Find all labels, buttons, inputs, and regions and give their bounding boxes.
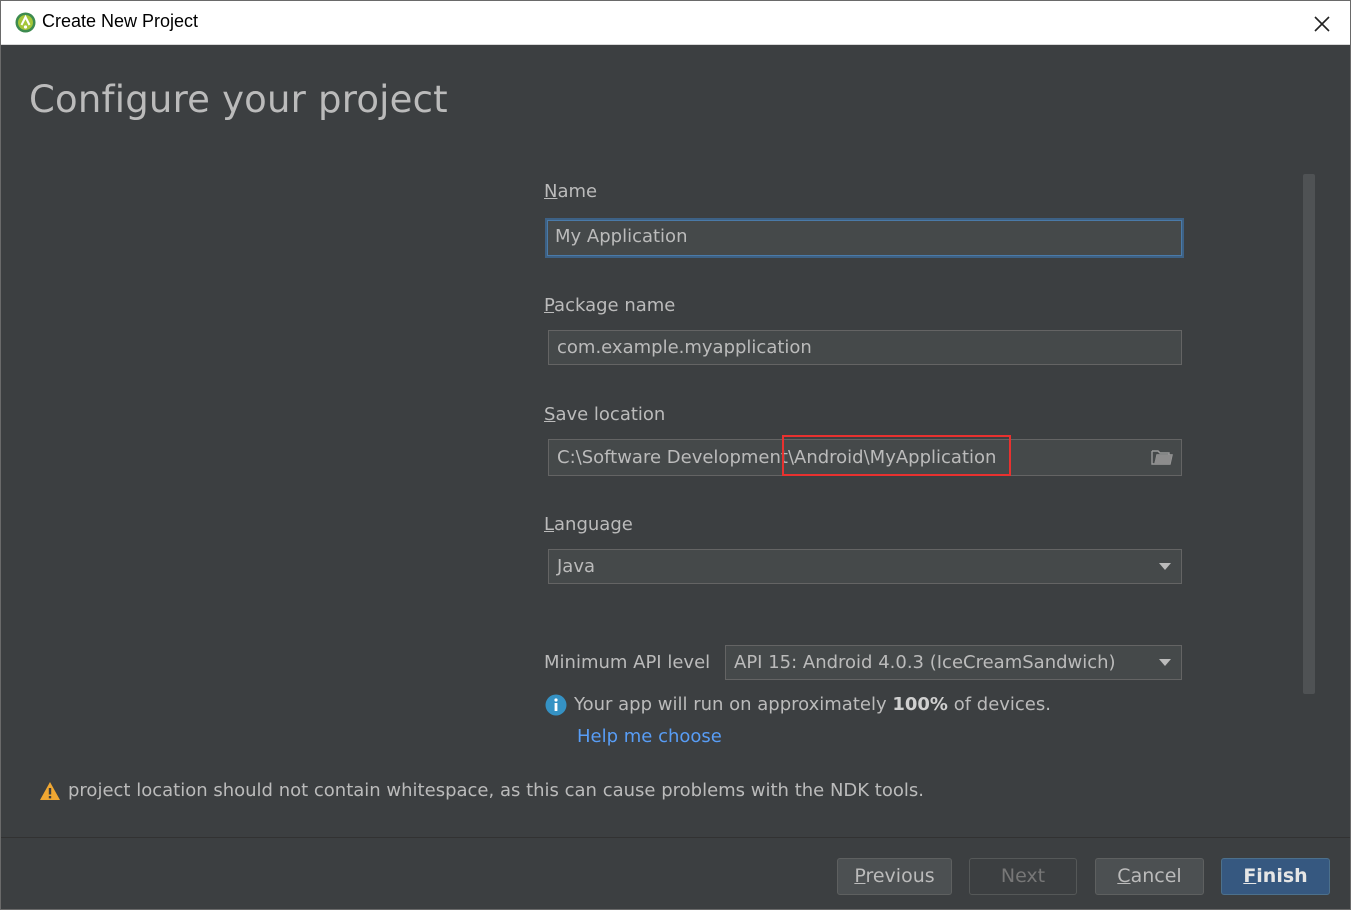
whitespace-warning-text: project location should not contain whit… — [68, 780, 924, 801]
dialog-footer: Previous Next Cancel Finish — [1, 837, 1350, 909]
save-location-input[interactable]: C:\Software Development\Android\MyApplic… — [548, 439, 1182, 476]
cancel-mnemonic: C — [1117, 865, 1131, 887]
min-api-label: Minimum API level — [544, 652, 711, 673]
previous-label: revious — [865, 865, 935, 887]
save-location-label-mnemonic: S — [544, 404, 556, 425]
folder-icon[interactable] — [1151, 448, 1173, 466]
language-dropdown[interactable]: Java — [548, 549, 1182, 584]
page-title: Configure your project — [29, 78, 448, 121]
chevron-down-icon — [1159, 563, 1171, 570]
package-label-text: ackage name — [554, 295, 676, 316]
cancel-button[interactable]: Cancel — [1095, 858, 1204, 895]
finish-button[interactable]: Finish — [1221, 858, 1330, 895]
chevron-down-icon — [1159, 659, 1171, 666]
name-input[interactable]: My Application — [545, 218, 1184, 258]
create-project-window: Create New Project Configure your projec… — [0, 0, 1351, 910]
title-bar: Create New Project — [1, 1, 1350, 45]
scrollbar[interactable] — [1303, 174, 1315, 694]
name-label-text: ame — [557, 181, 598, 202]
package-name-label: Package name — [544, 295, 675, 316]
previous-button[interactable]: Previous — [837, 858, 952, 895]
name-label: Name — [544, 181, 597, 202]
save-location-value: C:\Software Development\Android\MyApplic… — [557, 447, 997, 468]
coverage-suffix: of devices. — [947, 694, 1051, 715]
finish-label: inish — [1256, 865, 1308, 887]
language-value: Java — [557, 556, 596, 577]
content-area: Configure your project Name My Applicati… — [1, 46, 1350, 837]
cancel-label: ancel — [1130, 865, 1182, 887]
android-studio-icon — [15, 12, 36, 33]
window-title: Create New Project — [42, 11, 199, 31]
package-input-value: com.example.myapplication — [557, 337, 812, 358]
next-button[interactable]: Next — [969, 858, 1077, 895]
previous-mnemonic: P — [854, 865, 866, 887]
save-location-label: Save location — [544, 404, 665, 425]
warning-icon — [40, 782, 60, 800]
save-location-label-text: ave location — [555, 404, 666, 425]
help-me-choose-link[interactable]: Help me choose — [577, 726, 722, 747]
coverage-prefix: Your app will run on approximately — [574, 694, 893, 715]
device-coverage-text: Your app will run on approximately 100% … — [574, 694, 1051, 715]
coverage-percent: 100% — [892, 694, 948, 715]
name-label-mnemonic: N — [544, 181, 558, 202]
min-api-value: API 15: Android 4.0.3 (IceCreamSandwich) — [734, 652, 1116, 673]
finish-mnemonic: F — [1243, 865, 1257, 887]
close-icon[interactable] — [1307, 9, 1337, 39]
name-input-value: My Application — [555, 226, 688, 247]
language-label: Language — [544, 514, 633, 535]
package-name-input[interactable]: com.example.myapplication — [548, 330, 1182, 365]
info-icon — [545, 694, 567, 716]
min-api-dropdown[interactable]: API 15: Android 4.0.3 (IceCreamSandwich) — [725, 645, 1182, 680]
language-label-text: anguage — [554, 514, 633, 535]
language-label-mnemonic: L — [544, 514, 555, 535]
package-label-mnemonic: P — [544, 295, 555, 316]
